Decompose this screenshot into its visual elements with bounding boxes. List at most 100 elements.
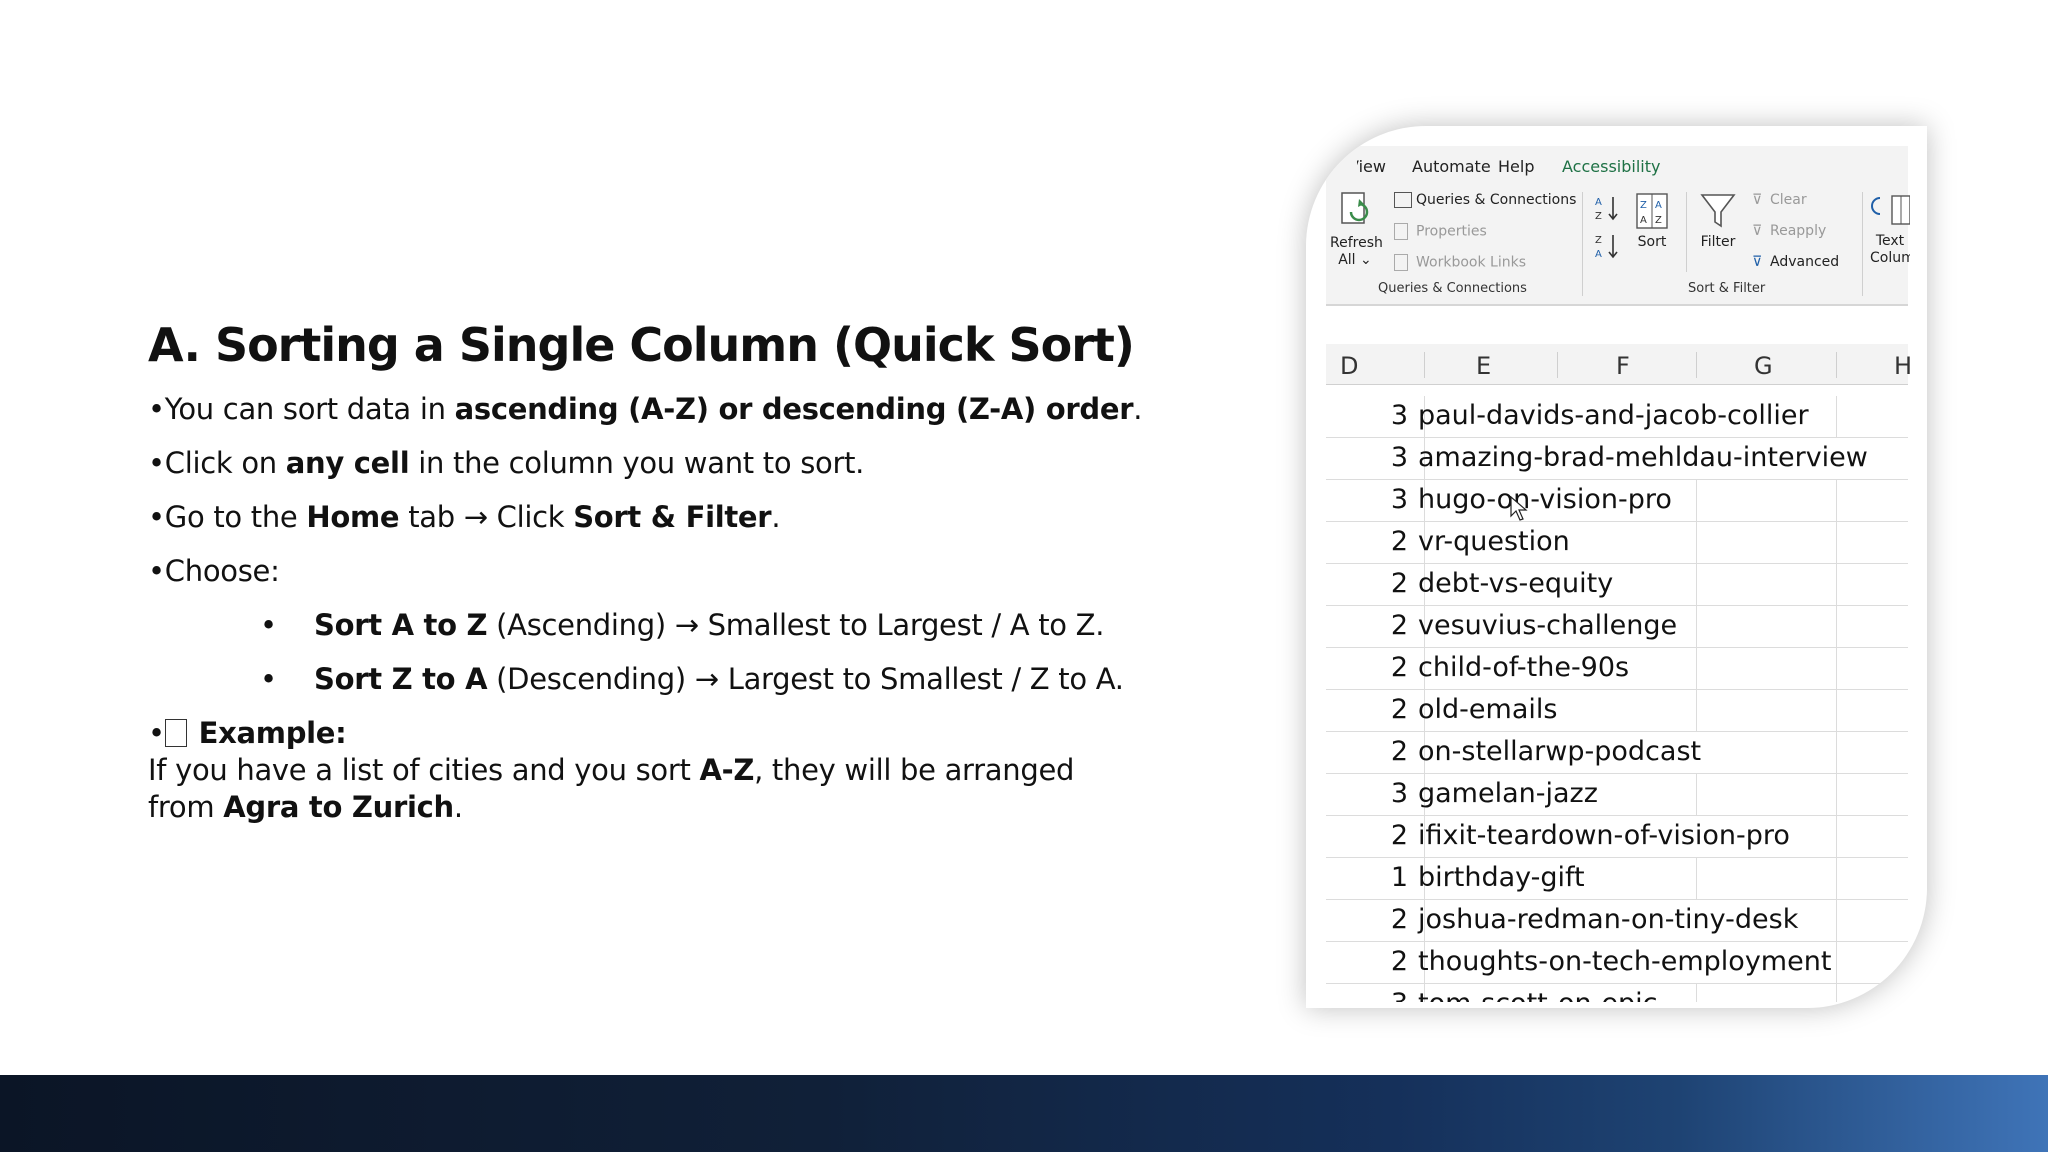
excel-menu-bar: View Automate Help Accessibility: [1326, 146, 1908, 186]
cell-d[interactable]: 2: [1391, 652, 1408, 683]
slide-text-block: A. Sorting a Single Column (Quick Sort) …: [148, 318, 1148, 826]
cell-e[interactable]: on-stellarwp-podcast: [1418, 736, 1701, 767]
grid-line: [1696, 690, 1697, 731]
table-row[interactable]: 2 on-stellarwp-podcast: [1326, 732, 1908, 774]
advanced-filter-icon: ⊽: [1752, 254, 1763, 270]
table-row[interactable]: 2 old-emails: [1326, 690, 1908, 732]
workbook-links-button[interactable]: Workbook Links: [1394, 254, 1526, 271]
example-text: If you have a list of cities and you sor…: [148, 753, 700, 787]
cell-e[interactable]: ifixit-teardown-of-vision-pro: [1418, 820, 1790, 851]
bullet-text: (Ascending) → Smallest to Largest / A to…: [487, 608, 1105, 642]
cell-d[interactable]: 3: [1391, 442, 1408, 473]
cell-e[interactable]: gamelan-jazz: [1418, 778, 1598, 809]
filter-button[interactable]: Filter: [1696, 192, 1740, 250]
table-row[interactable]: 2 debt-vs-equity: [1326, 564, 1908, 606]
bullet-text: tab → Click: [399, 500, 574, 534]
properties-button[interactable]: Properties: [1394, 223, 1487, 240]
slide-title: A. Sorting a Single Column (Quick Sort): [148, 318, 1135, 372]
refresh-label: Refresh: [1330, 235, 1383, 251]
cell-e[interactable]: birthday-gift: [1418, 862, 1585, 893]
grid-line: [1836, 480, 1837, 521]
table-row[interactable]: 2 vr-question: [1326, 522, 1908, 564]
grid-line: [1836, 858, 1837, 899]
table-row[interactable]: 2 joshua-redman-on-tiny-desk: [1326, 900, 1908, 942]
queries-icon: [1394, 192, 1412, 208]
column-header-h[interactable]: H: [1894, 352, 1912, 380]
cell-e[interactable]: hugo-on-vision-pro: [1418, 484, 1672, 515]
cell-e[interactable]: tom-scott-on-epic: [1418, 988, 1657, 1002]
column-divider: [1424, 352, 1425, 378]
cell-e[interactable]: old-emails: [1418, 694, 1557, 725]
sort-button[interactable]: Z A A Z Sort: [1632, 192, 1672, 250]
column-header-e[interactable]: E: [1476, 352, 1491, 380]
menu-help[interactable]: Help: [1498, 157, 1534, 176]
cell-e[interactable]: joshua-redman-on-tiny-desk: [1418, 904, 1798, 935]
bullet-bold: Home: [306, 500, 400, 534]
bullet-text: (Descending) → Largest to Smallest / Z t…: [487, 662, 1124, 696]
menu-accessibility[interactable]: Accessibility: [1562, 157, 1660, 176]
cell-e[interactable]: amazing-brad-mehldau-interview: [1418, 442, 1868, 473]
cell-d[interactable]: 3: [1391, 400, 1408, 431]
refresh-all-button[interactable]: Refresh All ⌄: [1330, 190, 1383, 268]
cell-d[interactable]: 2: [1391, 568, 1408, 599]
table-row[interactable]: 2 thoughts-on-tech-employment: [1326, 942, 1908, 984]
advanced-button[interactable]: ⊽ Advanced: [1752, 254, 1839, 270]
cell-d[interactable]: 2: [1391, 526, 1408, 557]
svg-text:Z: Z: [1595, 211, 1602, 222]
grid-line: [1836, 564, 1837, 605]
cell-e[interactable]: vesuvius-challenge: [1418, 610, 1677, 641]
mouse-cursor-icon: [1510, 496, 1528, 521]
text-to-columns-label: Text: [1875, 233, 1905, 249]
cell-d[interactable]: 2: [1391, 820, 1408, 851]
cell-d[interactable]: 3: [1391, 778, 1408, 809]
column-header-d[interactable]: D: [1340, 352, 1358, 380]
cell-e[interactable]: thoughts-on-tech-employment: [1418, 946, 1831, 977]
cell-d[interactable]: 1: [1391, 862, 1408, 893]
cell-d[interactable]: 2: [1391, 904, 1408, 935]
svg-text:A: A: [1595, 197, 1602, 208]
cell-d[interactable]: 2: [1391, 610, 1408, 641]
refresh-all-text: All: [1338, 252, 1356, 268]
cell-d[interactable]: 3: [1391, 988, 1408, 1002]
example-heading: •📌 Example:: [148, 714, 1148, 752]
slide-footer-bar: [0, 1075, 2048, 1152]
column-header-g[interactable]: G: [1754, 352, 1773, 380]
table-row[interactable]: 3 paul-davids-and-jacob-collier: [1326, 396, 1908, 438]
menu-view[interactable]: View: [1357, 157, 1386, 176]
grid-line: [1696, 522, 1697, 563]
svg-text:Z: Z: [1640, 200, 1647, 211]
column-header-f[interactable]: F: [1616, 352, 1630, 380]
sort-z-to-a-button[interactable]: Z A: [1594, 232, 1620, 264]
cell-e[interactable]: child-of-the-90s: [1418, 652, 1629, 683]
refresh-icon: [1341, 192, 1369, 224]
cell-e[interactable]: vr-question: [1418, 526, 1570, 557]
cell-d[interactable]: 2: [1391, 694, 1408, 725]
reapply-button[interactable]: ⊽ Reapply: [1752, 223, 1826, 239]
clear-button[interactable]: ⊽ Clear: [1752, 192, 1807, 208]
cell-e[interactable]: debt-vs-equity: [1418, 568, 1613, 599]
bullet-bold: ascending (A-Z) or descending (Z-A) orde…: [454, 392, 1134, 426]
column-divider: [1557, 352, 1558, 378]
reapply-label: Reapply: [1770, 223, 1827, 239]
cell-e[interactable]: paul-davids-and-jacob-collier: [1418, 400, 1809, 431]
table-row[interactable]: 3 hugo-on-vision-pro: [1326, 480, 1908, 522]
table-row[interactable]: 3 gamelan-jazz: [1326, 774, 1908, 816]
sort-a-to-z-button[interactable]: A Z: [1594, 194, 1620, 226]
table-row[interactable]: 3 tom-scott-on-epic: [1326, 984, 1908, 1002]
grid-line: [1836, 690, 1837, 731]
cell-d[interactable]: 3: [1391, 484, 1408, 515]
table-row[interactable]: 2 ifixit-teardown-of-vision-pro: [1326, 816, 1908, 858]
cell-d[interactable]: 2: [1391, 946, 1408, 977]
table-row[interactable]: 3 amazing-brad-mehldau-interview: [1326, 438, 1908, 480]
grid-line: [1696, 984, 1697, 1002]
table-row[interactable]: 2 vesuvius-challenge: [1326, 606, 1908, 648]
bullet-text: •: [148, 716, 165, 750]
menu-automate[interactable]: Automate: [1412, 157, 1491, 176]
cell-d[interactable]: 2: [1391, 736, 1408, 767]
table-row[interactable]: 1 birthday-gift: [1326, 858, 1908, 900]
text-to-columns-button[interactable]: Text Colum: [1870, 192, 1910, 266]
table-row[interactable]: 2 child-of-the-90s: [1326, 648, 1908, 690]
queries-connections-button[interactable]: Queries & Connections: [1394, 192, 1576, 208]
grid-line: [1696, 858, 1697, 899]
svg-text:A: A: [1655, 200, 1662, 211]
